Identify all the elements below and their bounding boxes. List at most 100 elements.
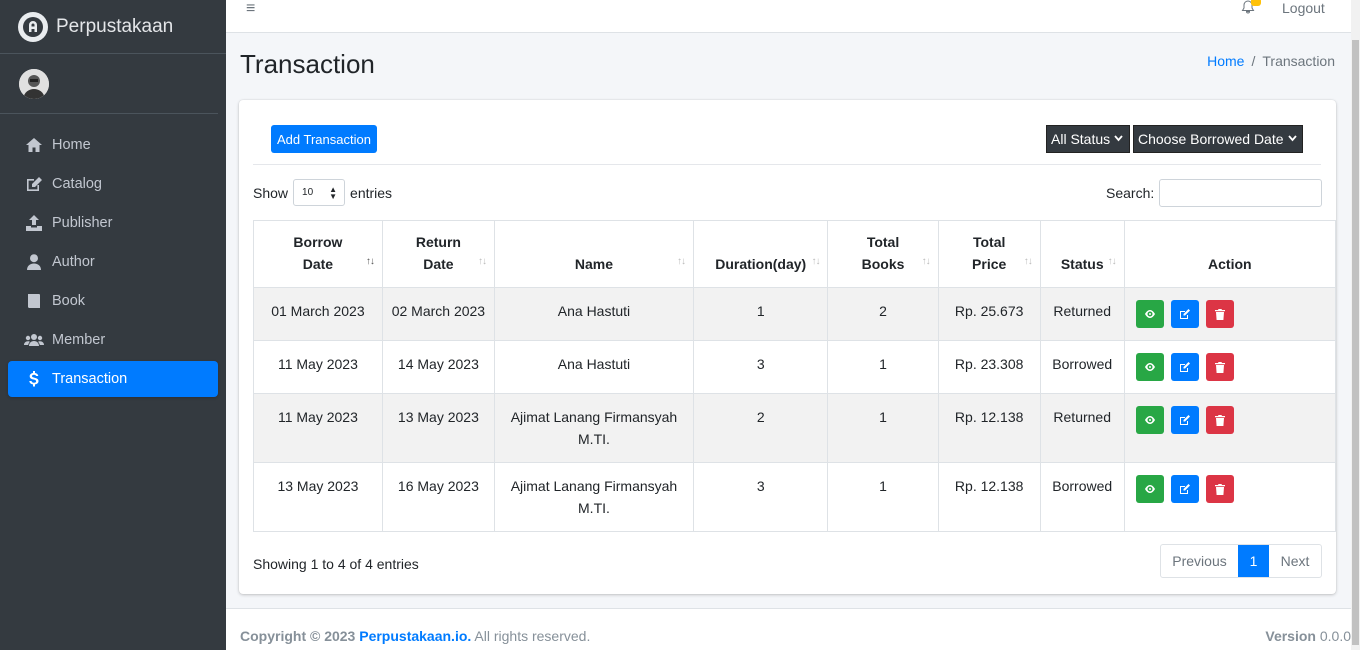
view-button[interactable] bbox=[1135, 406, 1164, 434]
column-header-status[interactable]: Status ↑↓ bbox=[1039, 220, 1125, 288]
column-header-label: Date bbox=[423, 256, 454, 272]
pagination-page-1[interactable]: 1 bbox=[1238, 545, 1269, 577]
cell-borrow: 11 May 2023 bbox=[253, 393, 383, 463]
column-header-name[interactable]: Name ↑↓ bbox=[493, 220, 694, 288]
pagination: Previous 1 Next bbox=[1160, 544, 1322, 578]
status-filter-select[interactable]: All Status bbox=[1046, 125, 1130, 153]
menu-toggle-icon[interactable]: ≡ bbox=[246, 0, 255, 18]
sort-icon[interactable]: ↑↓ bbox=[478, 251, 487, 273]
sort-icon[interactable]: ↑↓ bbox=[922, 251, 931, 273]
eye-icon bbox=[1144, 484, 1156, 494]
entries-label: entries bbox=[350, 184, 393, 201]
edit-button[interactable] bbox=[1170, 406, 1199, 434]
sidebar-item-member[interactable]: Member bbox=[8, 322, 218, 358]
sidebar-item-home[interactable]: Home bbox=[8, 127, 218, 163]
brand-link[interactable]: Perpustakaan bbox=[0, 0, 226, 54]
sort-icon[interactable]: ↑↓ bbox=[366, 251, 375, 273]
users-icon bbox=[24, 331, 44, 349]
sort-icon[interactable]: ↑↓ bbox=[1108, 251, 1117, 273]
view-button[interactable] bbox=[1135, 300, 1164, 328]
cell-duration: 3 bbox=[692, 462, 829, 532]
table-row: 13 May 2023 16 May 2023 Ajimat Lanang Firm… bbox=[253, 462, 1337, 532]
column-header-label: Books bbox=[861, 256, 905, 272]
cell-actions bbox=[1123, 462, 1337, 532]
edit-button[interactable] bbox=[1170, 300, 1199, 328]
view-button[interactable] bbox=[1135, 353, 1164, 381]
page-title: Transaction bbox=[240, 49, 375, 79]
edit-icon bbox=[1179, 361, 1191, 373]
avatar[interactable] bbox=[19, 68, 49, 99]
scrollbar-thumb[interactable] bbox=[1352, 40, 1359, 645]
upload-icon bbox=[24, 214, 44, 232]
chevron-down-icon bbox=[1114, 134, 1123, 145]
column-header-total-books[interactable]: Total Books ↑↓ bbox=[827, 220, 939, 288]
cell-name: Ajimat Lanang Firmansyah M.TI. bbox=[493, 393, 694, 463]
sidebar-item-author[interactable]: Author bbox=[8, 244, 218, 280]
table-header-row: Borrow Date ↑↓ Return Date ↑↓ Name ↑↓ Duration(d… bbox=[253, 220, 1337, 288]
notification-badge bbox=[1251, 0, 1261, 6]
column-header-label: Name bbox=[574, 256, 614, 272]
column-header-return-date[interactable]: Return Date ↑↓ bbox=[381, 220, 495, 288]
sidebar-item-book[interactable]: Book bbox=[8, 283, 218, 319]
sort-icon[interactable]: ↑↓ bbox=[677, 251, 686, 273]
cell-actions bbox=[1123, 393, 1337, 463]
select-arrows-icon: ▲ ▼ bbox=[329, 185, 338, 201]
delete-button[interactable] bbox=[1205, 475, 1234, 503]
transaction-card: Add Transaction All Status Choose Borrow… bbox=[239, 100, 1337, 594]
search-label: Search: bbox=[1106, 185, 1155, 201]
version-value: 0.0.0 bbox=[1319, 628, 1351, 644]
home-icon bbox=[24, 136, 44, 154]
table-row: 01 March 2023 02 March 2023 Ana Hastuti 1 2 R… bbox=[253, 287, 1337, 341]
footer-brand-link[interactable]: Perpustakaan.io. bbox=[359, 628, 471, 644]
trash-icon bbox=[1214, 361, 1225, 373]
cell-price: Rp. 23.308 bbox=[937, 340, 1041, 394]
edit-button[interactable] bbox=[1170, 475, 1199, 503]
page-scrollbar[interactable] bbox=[1351, 0, 1360, 650]
cell-name: Ana Hastuti bbox=[493, 340, 694, 394]
column-header-borrow-date[interactable]: Borrow Date ↑↓ bbox=[253, 220, 383, 288]
brand-name: Perpustakaan bbox=[56, 15, 174, 37]
delete-button[interactable] bbox=[1205, 353, 1234, 381]
delete-button[interactable] bbox=[1205, 300, 1234, 328]
view-button[interactable] bbox=[1135, 475, 1164, 503]
top-navbar: ≡ Logout bbox=[226, 0, 1351, 33]
pagination-next[interactable]: Next bbox=[1269, 545, 1321, 577]
length-control: Show 10 ▲ ▼ entries bbox=[253, 179, 392, 206]
cell-price: Rp. 12.138 bbox=[937, 462, 1041, 532]
search-input[interactable] bbox=[1159, 179, 1323, 207]
notification-bell-icon[interactable] bbox=[1241, 0, 1261, 17]
cell-return: 16 May 2023 bbox=[381, 462, 495, 532]
user-panel bbox=[0, 54, 218, 114]
add-transaction-button[interactable]: Add Transaction bbox=[271, 125, 377, 153]
sidebar-item-transaction[interactable]: Transaction bbox=[8, 361, 218, 397]
table-row: 11 May 2023 13 May 2023 Ajimat Lanang Firm… bbox=[253, 393, 1337, 463]
copyright-text: Copyright © 2023 bbox=[240, 628, 356, 644]
sidebar: Perpustakaan Home Catalog Publisher Author B… bbox=[0, 0, 226, 650]
sidebar-item-catalog[interactable]: Catalog bbox=[8, 166, 218, 202]
sort-icon[interactable]: ↑↓ bbox=[1024, 251, 1033, 273]
sidebar-item-publisher[interactable]: Publisher bbox=[8, 205, 218, 241]
column-header-total-price[interactable]: Total Price ↑↓ bbox=[937, 220, 1041, 288]
search-control: Search: bbox=[1106, 179, 1323, 207]
user-icon bbox=[24, 253, 44, 271]
borrowed-date-select[interactable]: Choose Borrowed Date bbox=[1133, 125, 1303, 153]
sort-icon[interactable]: ↑↓ bbox=[811, 251, 820, 273]
sidebar-item-label: Transaction bbox=[52, 371, 128, 387]
column-header-durationday[interactable]: Duration(day) ↑↓ bbox=[692, 220, 829, 288]
trash-icon bbox=[1214, 414, 1225, 426]
cell-status: Returned bbox=[1039, 393, 1125, 463]
column-header-label: Borrow bbox=[293, 234, 343, 250]
breadcrumb-home-link[interactable]: Home bbox=[1207, 53, 1244, 69]
dollar-icon bbox=[24, 370, 44, 388]
book-icon bbox=[24, 292, 44, 310]
chevron-down-icon bbox=[1287, 134, 1297, 145]
cell-price: Rp. 25.673 bbox=[937, 287, 1041, 341]
edit-icon bbox=[1179, 414, 1191, 426]
pagination-previous[interactable]: Previous bbox=[1161, 545, 1238, 577]
cell-borrow: 13 May 2023 bbox=[253, 462, 383, 532]
logout-link[interactable]: Logout bbox=[1282, 0, 1325, 16]
delete-button[interactable] bbox=[1205, 406, 1234, 434]
page-length-select[interactable]: 10 ▲ ▼ bbox=[293, 179, 346, 206]
edit-button[interactable] bbox=[1170, 353, 1199, 381]
footer-version: Version 0.0.0 bbox=[1265, 628, 1351, 644]
